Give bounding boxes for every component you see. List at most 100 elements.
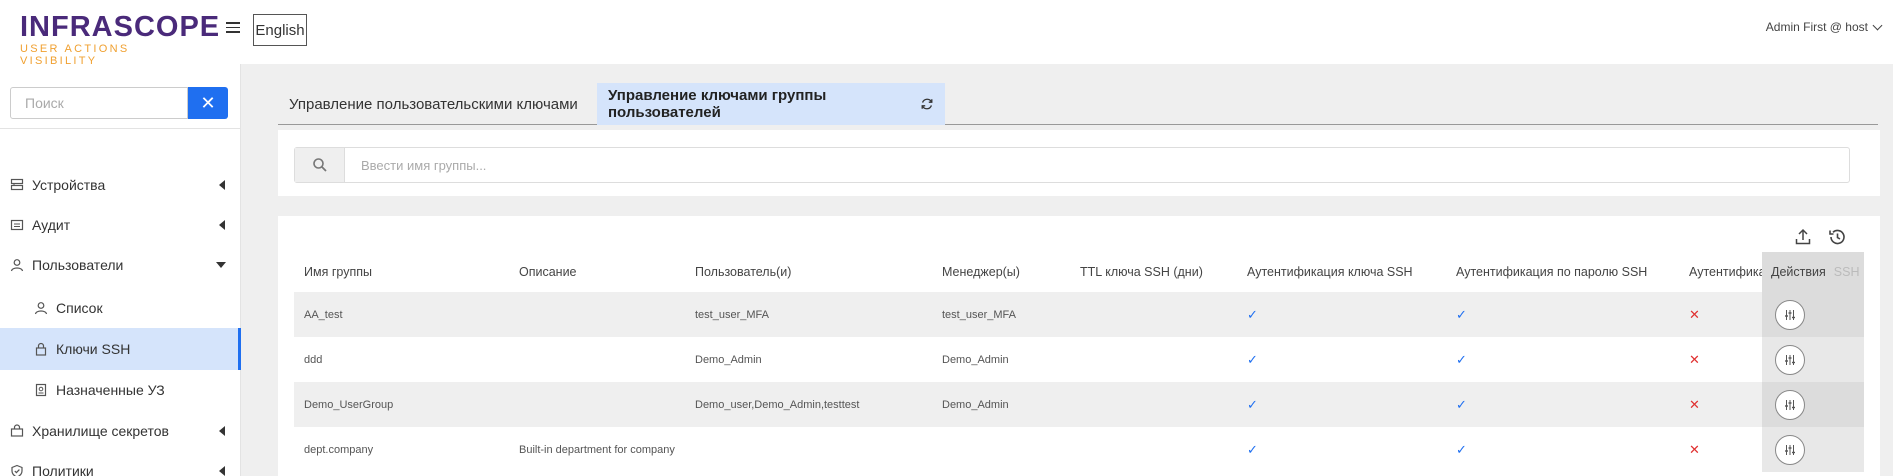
menu-toggle-icon[interactable]	[226, 22, 240, 36]
sidebar-item-label: Аудит	[32, 217, 71, 233]
refresh-icon[interactable]	[920, 97, 934, 111]
row-settings-button[interactable]	[1775, 344, 1805, 375]
ssh-header-fragment: SSH	[1833, 265, 1860, 279]
top-bar: INFRASCOPE USER ACTIONS VISIBILITY Engli…	[0, 0, 1893, 67]
check-icon: ✓	[1456, 396, 1467, 412]
cross-icon: ✕	[1689, 441, 1700, 457]
cell-group-name: ddd	[304, 353, 323, 366]
logo[interactable]: INFRASCOPE USER ACTIONS VISIBILITY	[20, 11, 221, 67]
cell-group-name: Demo_UserGroup	[304, 398, 394, 411]
row-settings-button[interactable]	[1775, 299, 1805, 330]
tab-label: Управление пользовательскими ключами	[289, 95, 578, 113]
vault-icon	[10, 424, 24, 438]
sliders-icon	[1785, 399, 1795, 410]
cell-users: Demo_Admin	[695, 353, 762, 366]
sidebar-item-label: Назначенные УЗ	[56, 382, 165, 398]
table-row[interactable]: dept.company Built-in department for com…	[294, 427, 1864, 472]
language-button[interactable]: English	[253, 14, 307, 46]
audit-icon	[10, 218, 24, 232]
column-header-actions[interactable]: Действия SSH	[1762, 252, 1864, 292]
user-menu[interactable]: Admin First @ host	[1765, 20, 1883, 34]
sidebar-item-policies[interactable]: Политики	[0, 451, 241, 476]
user-name: Admin First @ host	[1765, 20, 1868, 34]
check-icon: ✓	[1456, 441, 1467, 457]
tab-group-keys[interactable]: Управление ключами группы пользователей	[597, 83, 945, 125]
column-header-users[interactable]: Пользователь(и)	[695, 252, 791, 292]
sidebar-item-secret-vault[interactable]: Хранилище секретов	[0, 411, 241, 451]
lock-icon	[34, 342, 48, 356]
actions-cell	[1762, 382, 1864, 427]
sidebar-item-label: Ключи SSH	[56, 341, 131, 357]
column-header-group-name[interactable]: Имя группы	[304, 252, 372, 292]
column-header-auth-truncated[interactable]: Аутентифика	[1689, 252, 1764, 292]
sidebar: ✕ Устройства Аудит Пользователи Список К…	[0, 64, 241, 476]
cross-icon: ✕	[1689, 306, 1700, 322]
row-settings-button[interactable]	[1775, 389, 1805, 420]
caret-left-icon	[219, 466, 225, 476]
row-settings-button[interactable]	[1775, 434, 1805, 465]
sidebar-item-users-list[interactable]: Список	[0, 288, 241, 328]
search-clear-button[interactable]: ✕	[188, 87, 228, 119]
history-icon[interactable]	[1826, 226, 1848, 248]
caret-left-icon	[219, 426, 225, 436]
check-icon: ✓	[1456, 306, 1467, 322]
sidebar-search: ✕	[10, 87, 228, 119]
filter-card	[278, 130, 1880, 196]
cross-icon: ✕	[1689, 351, 1700, 367]
sidebar-search-input[interactable]	[10, 87, 188, 119]
sidebar-item-label: Хранилище секретов	[32, 423, 169, 439]
column-header-ssh-key-auth[interactable]: Аутентификация ключа SSH	[1247, 252, 1413, 292]
main-content: Управление пользовательскими ключами Упр…	[241, 64, 1893, 476]
chevron-down-icon	[1872, 20, 1883, 30]
table-row[interactable]: Demo_UserGroup Demo_user,Demo_Admin,test…	[294, 382, 1864, 427]
column-header-ssh-password-auth[interactable]: Аутентификация по паролю SSH	[1456, 252, 1647, 292]
sidebar-item-devices[interactable]: Устройства	[0, 165, 241, 205]
cell-users: Demo_user,Demo_Admin,testtest	[695, 398, 860, 411]
sidebar-divider	[0, 128, 241, 129]
caret-left-icon	[219, 180, 225, 190]
tab-label: Управление ключами группы пользователей	[608, 87, 827, 121]
sidebar-item-audit[interactable]: Аудит	[0, 205, 241, 245]
logo-title: INFRASCOPE	[20, 11, 221, 43]
check-icon: ✓	[1247, 351, 1258, 367]
sidebar-item-label: Политики	[32, 463, 94, 476]
search-icon	[295, 148, 345, 182]
cell-users: test_user_MFA	[695, 308, 769, 321]
sliders-icon	[1785, 444, 1795, 455]
groups-table-card: Имя группы Описание Пользователь(и) Мене…	[278, 216, 1880, 476]
actions-cell	[1762, 427, 1864, 472]
sidebar-item-users[interactable]: Пользователи	[0, 245, 241, 285]
group-search-input[interactable]	[345, 148, 1845, 182]
sidebar-item-ssh-keys[interactable]: Ключи SSH	[0, 328, 241, 370]
cell-managers: Demo_Admin	[942, 353, 1009, 366]
table-row[interactable]: ddd Demo_Admin Demo_Admin ✓ ✓ ✕	[294, 337, 1864, 382]
check-icon: ✓	[1247, 306, 1258, 322]
table-header: Имя группы Описание Пользователь(и) Мене…	[294, 252, 1864, 292]
server-icon	[10, 178, 24, 192]
column-header-managers[interactable]: Менеджер(ы)	[942, 252, 1020, 292]
sidebar-item-label: Пользователи	[32, 257, 124, 273]
sidebar-item-assigned-accounts[interactable]: Назначенные УЗ	[0, 370, 241, 410]
export-icon[interactable]	[1792, 226, 1814, 248]
actions-column: Действия SSH	[1762, 252, 1864, 476]
table-row[interactable]: AA_test test_user_MFA test_user_MFA ✓ ✓ …	[294, 292, 1864, 337]
actions-header-label: Действия	[1771, 265, 1826, 279]
caret-down-icon	[216, 262, 226, 268]
actions-cell	[1762, 292, 1864, 337]
document-icon	[34, 383, 48, 397]
user-icon	[34, 301, 48, 315]
cross-icon: ✕	[1689, 396, 1700, 412]
cell-managers: test_user_MFA	[942, 308, 1016, 321]
caret-left-icon	[219, 220, 225, 230]
cell-group-name: AA_test	[304, 308, 343, 321]
cell-managers: Demo_Admin	[942, 398, 1009, 411]
sidebar-item-label: Устройства	[32, 177, 106, 193]
column-header-description[interactable]: Описание	[519, 252, 577, 292]
sidebar-item-label: Список	[56, 300, 103, 316]
check-icon: ✓	[1456, 351, 1467, 367]
sliders-icon	[1785, 354, 1795, 365]
check-icon: ✓	[1247, 441, 1258, 457]
actions-cell	[1762, 337, 1864, 382]
tab-user-keys[interactable]: Управление пользовательскими ключами	[278, 83, 589, 125]
column-header-ssh-key-ttl[interactable]: TTL ключа SSH (дни)	[1080, 252, 1203, 292]
